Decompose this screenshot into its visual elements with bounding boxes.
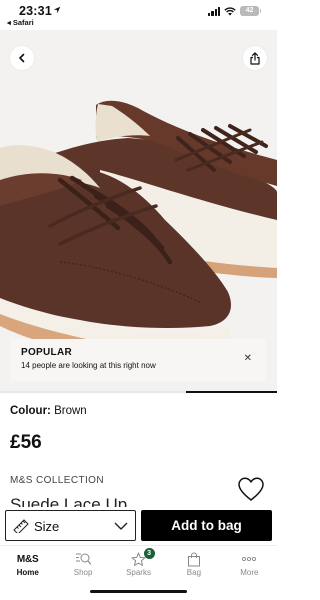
tab-more[interactable]: More <box>222 546 277 600</box>
share-button[interactable] <box>243 46 267 70</box>
wifi-icon <box>224 6 236 15</box>
location-arrow-icon <box>53 6 61 14</box>
share-icon <box>250 51 260 65</box>
popular-banner: POPULAR 14 people are looking at this ri… <box>10 339 266 381</box>
colour-line: Colour: Brown <box>10 405 87 417</box>
more-icon <box>242 556 257 562</box>
purchase-action-bar: Size Add to bag <box>0 507 277 545</box>
chevron-down-icon <box>114 522 128 530</box>
size-select[interactable]: Size <box>5 510 136 541</box>
colour-value: Brown <box>54 405 87 417</box>
product-price: £56 <box>10 432 42 453</box>
tab-shop-label: Shop <box>73 568 93 577</box>
tab-bag-label: Bag <box>186 568 202 577</box>
status-time: 23:31 <box>19 4 52 18</box>
product-photo <box>0 100 277 364</box>
heart-icon[interactable] <box>237 476 265 502</box>
bag-icon <box>187 552 200 566</box>
tab-sparks-label: Sparks <box>126 568 151 577</box>
tab-home[interactable]: M&S Home <box>0 546 55 600</box>
battery-icon: 42 <box>240 6 261 16</box>
close-icon[interactable]: ✕ <box>244 354 252 364</box>
gallery-progress-bar <box>0 391 277 393</box>
popular-text: 14 people are looking at this right now <box>21 361 156 370</box>
search-icon <box>76 553 92 565</box>
home-indicator <box>90 590 187 593</box>
product-image-gallery[interactable]: POPULAR 14 people are looking at this ri… <box>0 30 277 392</box>
gallery-progress-fill <box>185 391 277 393</box>
add-to-bag-button[interactable]: Add to bag <box>141 510 272 541</box>
status-indicators: 42 <box>208 6 261 16</box>
product-name: Suede Lace Up <box>10 495 128 508</box>
sparks-badge: 3 <box>143 548 155 559</box>
popular-title: POPULAR <box>21 347 72 358</box>
colour-label: Colour: <box>10 405 51 417</box>
chevron-left-icon <box>19 53 25 63</box>
cellular-signal-icon <box>208 6 220 16</box>
ms-logo: M&S <box>16 553 39 565</box>
ms-logo-icon: M&S <box>17 551 39 567</box>
tab-more-label: More <box>240 568 259 577</box>
status-bar: 23:31 ◂ Safari 42 <box>0 0 277 30</box>
size-label: Size <box>34 519 60 534</box>
product-brand: M&S COLLECTION <box>10 475 104 486</box>
back-to-safari-link[interactable]: ◂ Safari <box>7 18 34 27</box>
ruler-icon <box>13 519 29 533</box>
tab-home-label: Home <box>16 568 39 577</box>
back-button[interactable] <box>10 46 34 70</box>
